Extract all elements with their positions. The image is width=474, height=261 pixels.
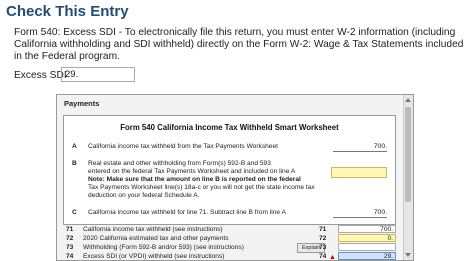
line-number: 74 bbox=[66, 253, 74, 260]
form-line-73: 73 Withholding (Form 592-B and/or 593) (… bbox=[63, 243, 401, 253]
excess-sdi-input[interactable]: 29. bbox=[61, 67, 135, 82]
line-73-amount[interactable] bbox=[338, 243, 396, 251]
line-description: Withholding (Form 592-B and/or 593) (see… bbox=[83, 244, 244, 251]
line-text: California income tax withheld for line … bbox=[88, 209, 286, 216]
worksheet-title: Form 540 California Income Tax Withheld … bbox=[120, 123, 339, 132]
form-line-74: 74 Excess SDI (or VPDI) withheld (see in… bbox=[63, 252, 401, 261]
line-c-amount: 700. bbox=[333, 208, 387, 218]
line-number: 71 bbox=[66, 226, 74, 233]
line-description: 2020 California estimated tax and other … bbox=[83, 235, 229, 242]
line-text: California income tax withheld from the … bbox=[88, 143, 278, 150]
page-title: Check This Entry bbox=[6, 3, 129, 20]
scroll-thumb[interactable] bbox=[405, 107, 411, 202]
form-line-71: 71 California income tax withheld (see i… bbox=[63, 225, 401, 234]
panel-heading: Payments bbox=[64, 99, 100, 108]
line-number: 73 bbox=[66, 244, 74, 251]
form-line-72: 72 2020 California estimated tax and oth… bbox=[63, 234, 401, 243]
line-number-right: 73 bbox=[319, 244, 327, 251]
scroll-up-icon[interactable] bbox=[405, 98, 411, 102]
line-text: deduction on your federal Schedule A. bbox=[88, 192, 200, 199]
line-description: Excess SDI (or VPDI) withheld (see instr… bbox=[83, 253, 225, 260]
smart-worksheet: Form 540 California Income Tax Withheld … bbox=[63, 115, 396, 225]
line-description: California income tax withheld (see inst… bbox=[83, 226, 223, 233]
line-72-amount[interactable]: 0. bbox=[338, 234, 396, 242]
line-number: 72 bbox=[66, 235, 74, 242]
panel-scrollbar[interactable] bbox=[403, 95, 413, 260]
warning-icon: ▲ bbox=[329, 254, 336, 261]
line-key: B bbox=[72, 160, 77, 167]
line-key: C bbox=[72, 209, 77, 216]
line-b-amount-input[interactable] bbox=[331, 167, 387, 178]
scroll-down-icon[interactable] bbox=[405, 253, 411, 257]
error-message: Form 540: Excess SDI - To electronically… bbox=[14, 27, 464, 62]
line-number-right: 74 bbox=[319, 253, 327, 260]
excess-sdi-label: Excess SDI bbox=[14, 70, 67, 81]
line-a-amount: 700. bbox=[333, 142, 387, 152]
form-preview-panel: Payments Form 540 California Income Tax … bbox=[56, 94, 414, 261]
line-number-right: 72 bbox=[319, 235, 327, 242]
line-number-right: 71 bbox=[319, 226, 327, 233]
line-71-amount[interactable]: 700. bbox=[338, 225, 396, 233]
line-key: A bbox=[72, 143, 77, 150]
